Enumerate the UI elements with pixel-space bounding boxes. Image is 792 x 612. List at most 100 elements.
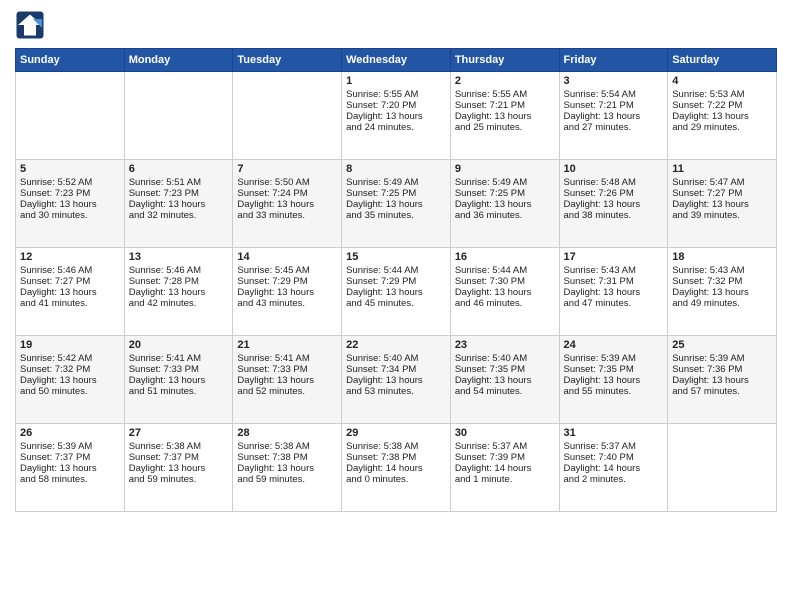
- day-info: Sunset: 7:22 PM: [672, 100, 772, 111]
- day-info: Sunrise: 5:49 AM: [346, 177, 446, 188]
- day-info: Daylight: 13 hours: [672, 375, 772, 386]
- day-number: 8: [346, 163, 446, 175]
- calendar-cell: [668, 424, 777, 512]
- day-info: Sunset: 7:38 PM: [237, 452, 337, 463]
- day-info: and 27 minutes.: [564, 122, 664, 133]
- calendar-table: SundayMondayTuesdayWednesdayThursdayFrid…: [15, 48, 777, 512]
- day-info: Daylight: 14 hours: [346, 463, 446, 474]
- day-number: 25: [672, 339, 772, 351]
- calendar-cell: 23Sunrise: 5:40 AMSunset: 7:35 PMDayligh…: [450, 336, 559, 424]
- day-header-tuesday: Tuesday: [233, 49, 342, 72]
- day-header-sunday: Sunday: [16, 49, 125, 72]
- day-info: Sunset: 7:32 PM: [672, 276, 772, 287]
- calendar-cell: 5 Sunrise: 5:52 AMSunset: 7:23 PMDaylight…: [16, 160, 125, 248]
- day-info: Daylight: 13 hours: [564, 111, 664, 122]
- day-info: Daylight: 13 hours: [564, 287, 664, 298]
- calendar-cell: 1Sunrise: 5:55 AMSunset: 7:20 PMDaylight…: [342, 72, 451, 160]
- logo-icon: [15, 10, 45, 40]
- day-info: Sunset: 7:28 PM: [129, 276, 229, 287]
- day-info: Sunset: 7:29 PM: [237, 276, 337, 287]
- day-number: 31: [564, 427, 664, 439]
- week-row-3: 12Sunrise: 5:46 AMSunset: 7:27 PMDayligh…: [16, 248, 777, 336]
- calendar-cell: 4Sunrise: 5:53 AMSunset: 7:22 PMDaylight…: [668, 72, 777, 160]
- day-number: 23: [455, 339, 555, 351]
- day-info: Sunrise: 5:55 AM: [346, 89, 446, 100]
- calendar-cell: 14Sunrise: 5:45 AMSunset: 7:29 PMDayligh…: [233, 248, 342, 336]
- day-info: and 55 minutes.: [564, 386, 664, 397]
- day-number: 20: [129, 339, 229, 351]
- day-info: Daylight: 13 hours: [672, 199, 772, 210]
- day-info: Sunrise: 5:42 AM: [20, 353, 120, 364]
- day-info: and 59 minutes.: [129, 474, 229, 485]
- day-info: Sunset: 7:40 PM: [564, 452, 664, 463]
- day-info: Sunrise: 5:40 AM: [455, 353, 555, 364]
- day-info: Daylight: 13 hours: [455, 111, 555, 122]
- day-info: and 25 minutes.: [455, 122, 555, 133]
- day-info: Sunset: 7:37 PM: [129, 452, 229, 463]
- day-number: 4: [672, 75, 772, 87]
- calendar-cell: 8Sunrise: 5:49 AMSunset: 7:25 PMDaylight…: [342, 160, 451, 248]
- day-info: Sunrise: 5:39 AM: [672, 353, 772, 364]
- day-number: 3: [564, 75, 664, 87]
- day-info: Daylight: 13 hours: [20, 375, 120, 386]
- day-info: Daylight: 13 hours: [129, 199, 229, 210]
- calendar-cell: 31 Sunrise: 5:37 AMSunset: 7:40 PMDayligh…: [559, 424, 668, 512]
- day-info: Sunset: 7:21 PM: [455, 100, 555, 111]
- day-info: Daylight: 13 hours: [564, 375, 664, 386]
- day-info: and 36 minutes.: [455, 210, 555, 221]
- day-info: and 51 minutes.: [129, 386, 229, 397]
- day-number: 9: [455, 163, 555, 175]
- calendar-cell: 12Sunrise: 5:46 AMSunset: 7:27 PMDayligh…: [16, 248, 125, 336]
- day-info: Sunset: 7:32 PM: [20, 364, 120, 375]
- days-header-row: SundayMondayTuesdayWednesdayThursdayFrid…: [16, 49, 777, 72]
- day-info: Sunset: 7:27 PM: [20, 276, 120, 287]
- day-info: Sunset: 7:35 PM: [455, 364, 555, 375]
- day-info: and 59 minutes.: [237, 474, 337, 485]
- calendar-cell: 28Sunrise: 5:38 AMSunset: 7:38 PMDayligh…: [233, 424, 342, 512]
- day-info: Sunset: 7:26 PM: [564, 188, 664, 199]
- day-info: Daylight: 14 hours: [455, 463, 555, 474]
- day-info: Sunrise: 5:52 AM: [20, 177, 120, 188]
- day-info: Sunset: 7:33 PM: [129, 364, 229, 375]
- day-info: Sunset: 7:36 PM: [672, 364, 772, 375]
- day-number: 28: [237, 427, 337, 439]
- day-info: and 32 minutes.: [129, 210, 229, 221]
- day-info: Sunrise: 5:44 AM: [455, 265, 555, 276]
- day-header-monday: Monday: [124, 49, 233, 72]
- calendar-cell: 11Sunrise: 5:47 AMSunset: 7:27 PMDayligh…: [668, 160, 777, 248]
- calendar-cell: 25 Sunrise: 5:39 AMSunset: 7:36 PMDayligh…: [668, 336, 777, 424]
- day-info: Sunset: 7:29 PM: [346, 276, 446, 287]
- day-info: Sunrise: 5:43 AM: [564, 265, 664, 276]
- day-info: Sunrise: 5:46 AM: [20, 265, 120, 276]
- day-info: Sunrise: 5:37 AM: [564, 441, 664, 452]
- day-number: 13: [129, 251, 229, 263]
- day-info: Daylight: 13 hours: [346, 375, 446, 386]
- day-info: Sunrise: 5:50 AM: [237, 177, 337, 188]
- day-info: Sunset: 7:23 PM: [20, 188, 120, 199]
- day-number: 5: [20, 163, 120, 175]
- day-info: Sunrise: 5:39 AM: [564, 353, 664, 364]
- calendar-cell: 18Sunrise: 5:43 AMSunset: 7:32 PMDayligh…: [668, 248, 777, 336]
- day-info: Sunset: 7:25 PM: [455, 188, 555, 199]
- day-info: Sunrise: 5:54 AM: [564, 89, 664, 100]
- day-info: Sunset: 7:34 PM: [346, 364, 446, 375]
- day-info: Sunset: 7:38 PM: [346, 452, 446, 463]
- week-row-5: 26Sunrise: 5:39 AMSunset: 7:37 PMDayligh…: [16, 424, 777, 512]
- day-info: Daylight: 14 hours: [564, 463, 664, 474]
- day-info: and 57 minutes.: [672, 386, 772, 397]
- day-info: Daylight: 13 hours: [20, 199, 120, 210]
- day-info: Sunset: 7:21 PM: [564, 100, 664, 111]
- calendar-cell: 17Sunrise: 5:43 AMSunset: 7:31 PMDayligh…: [559, 248, 668, 336]
- day-info: Daylight: 13 hours: [672, 111, 772, 122]
- calendar-cell: 30Sunrise: 5:37 AMSunset: 7:39 PMDayligh…: [450, 424, 559, 512]
- day-info: Daylight: 13 hours: [237, 463, 337, 474]
- calendar-cell: 3 Sunrise: 5:54 AMSunset: 7:21 PMDaylight…: [559, 72, 668, 160]
- day-info: and 49 minutes.: [672, 298, 772, 309]
- day-info: and 52 minutes.: [237, 386, 337, 397]
- day-info: and 33 minutes.: [237, 210, 337, 221]
- day-info: Daylight: 13 hours: [20, 463, 120, 474]
- day-number: 1: [346, 75, 446, 87]
- day-info: and 30 minutes.: [20, 210, 120, 221]
- calendar-cell: 7Sunrise: 5:50 AMSunset: 7:24 PMDaylight…: [233, 160, 342, 248]
- day-header-friday: Friday: [559, 49, 668, 72]
